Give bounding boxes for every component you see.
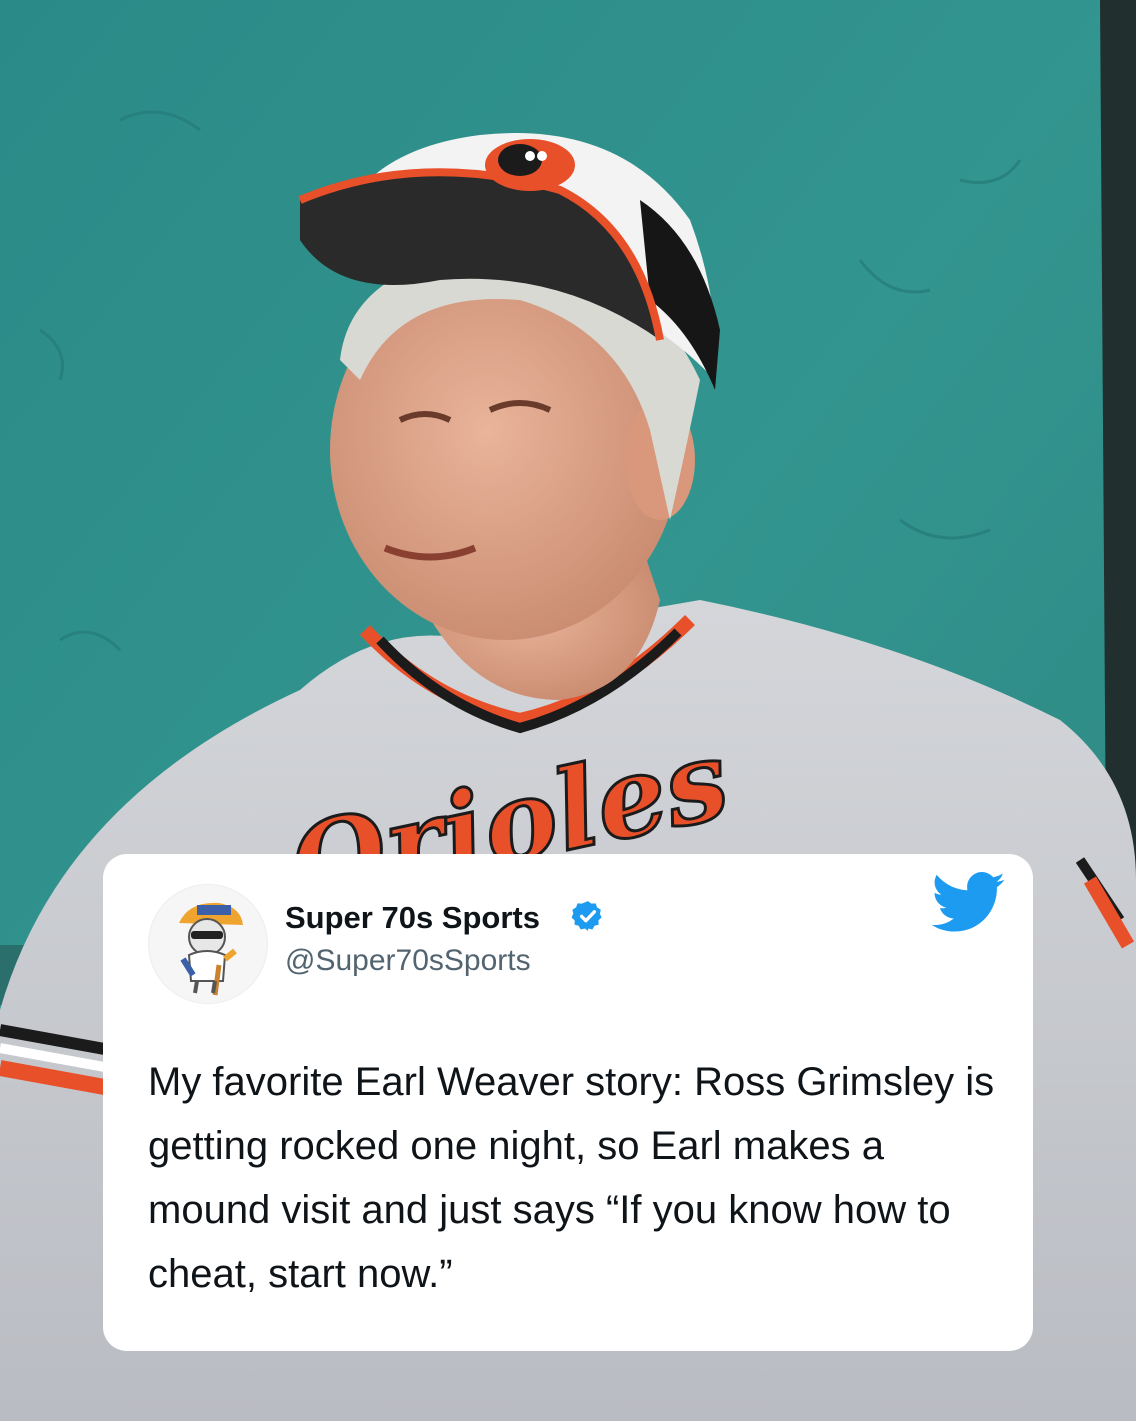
oriole-cap-logo — [485, 139, 575, 191]
tweet-text: My favorite Earl Weaver story: Ross Grim… — [148, 1060, 995, 1296]
tweet-card: Super 70s Sports @Super70sSports My favo… — [103, 854, 1033, 1351]
profile-avatar[interactable] — [148, 884, 268, 1004]
display-name[interactable]: Super 70s Sports — [285, 900, 540, 936]
user-handle[interactable]: @Super70sSports — [285, 944, 531, 978]
twitter-bird-icon — [931, 872, 1005, 932]
super70s-mascot-avatar — [149, 885, 267, 1003]
verified-badge-icon — [571, 901, 602, 931]
